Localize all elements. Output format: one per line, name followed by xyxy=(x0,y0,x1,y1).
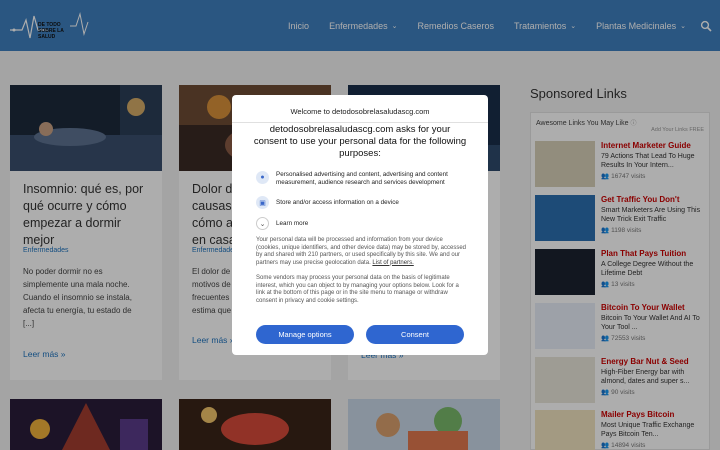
person-icon: ● xyxy=(256,171,269,184)
consent-button[interactable]: Consent xyxy=(366,325,464,344)
chevron-down-icon: ⌄ xyxy=(256,217,269,230)
partners-link[interactable]: List of partners. xyxy=(372,260,413,266)
consent-dialog: Welcome to detodosobrelasaludascg.com de… xyxy=(232,95,488,355)
consent-heading: detodosobrelasaludascg.com asks for your… xyxy=(253,124,467,159)
learn-more-toggle[interactable]: ⌄ Learn more xyxy=(256,217,472,230)
consent-welcome: Welcome to detodosobrelasaludascg.com xyxy=(290,107,430,116)
divider xyxy=(232,122,488,123)
purpose-store-access: ▣ Store and/or access information on a d… xyxy=(256,196,472,209)
manage-options-button[interactable]: Manage options xyxy=(256,325,354,344)
consent-body-primary: Your personal data will be processed and… xyxy=(256,237,467,266)
purpose-personalised-ads: ● Personalised advertising and content, … xyxy=(256,171,472,187)
device-icon: ▣ xyxy=(256,196,269,209)
consent-body-secondary: Some vendors may process your personal d… xyxy=(256,275,459,304)
